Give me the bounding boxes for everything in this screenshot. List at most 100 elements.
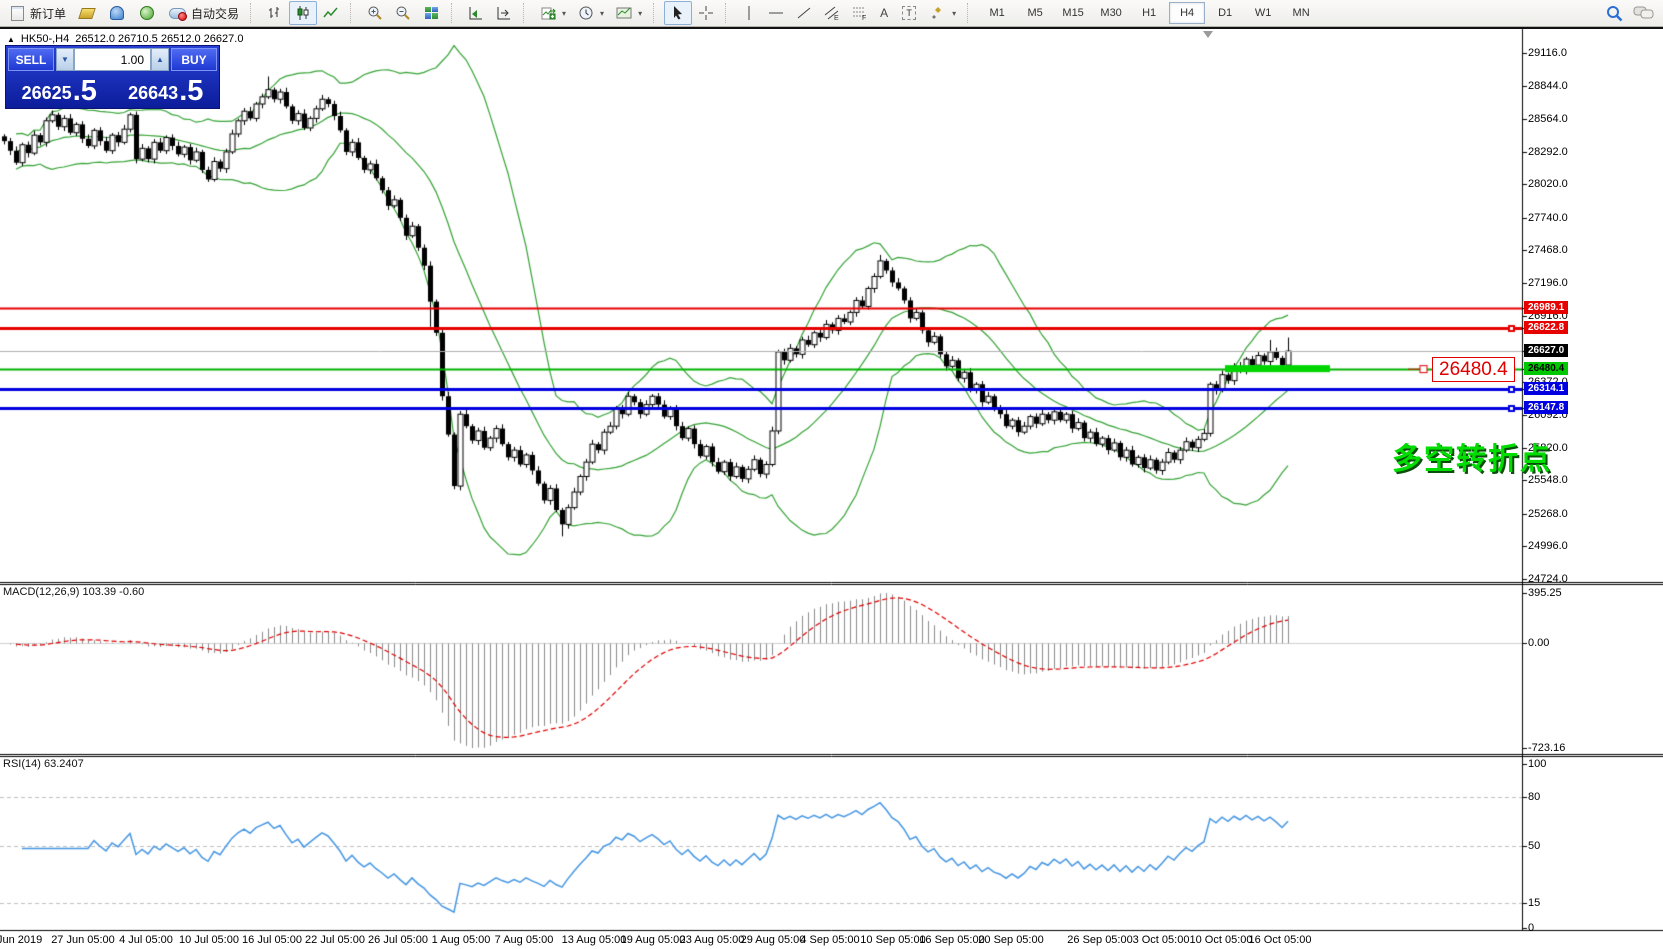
indicators-button[interactable]: ▾ (534, 1, 572, 25)
line-chart-icon (323, 5, 339, 21)
zoom-out-icon (395, 5, 411, 21)
templates-button[interactable]: ▾ (610, 1, 648, 25)
time-axis-label: 1 Aug 05:00 (432, 934, 491, 946)
buy-button[interactable]: BUY (171, 48, 217, 71)
time-axis-label: 7 Aug 05:00 (495, 934, 554, 946)
trendline-tool[interactable] (790, 1, 818, 25)
price-axis-tick: 28564.0 (1528, 113, 1568, 125)
equidistant-channel-icon: E (824, 5, 840, 21)
price-level-label: 26989.1 (1524, 301, 1568, 314)
shapes-icon (930, 5, 946, 21)
buy-price[interactable]: 26643 .5 (113, 73, 220, 106)
price-axis-tick: 25268.0 (1528, 508, 1568, 520)
timeframe-button-MN[interactable]: MN (1283, 2, 1319, 24)
market-watch-button[interactable] (72, 1, 102, 25)
timeframe-group: M1M5M15M30H1H4D1W1MN (975, 0, 1323, 26)
volume-input[interactable] (75, 52, 150, 68)
chart-shift-marker-icon[interactable] (1203, 31, 1213, 38)
price-axis-tick: 27740.0 (1528, 212, 1568, 224)
search-icon[interactable] (1606, 5, 1623, 22)
signals-button[interactable] (132, 1, 162, 25)
vertical-line-icon (742, 5, 756, 21)
volume-decrease-button[interactable]: ▼ (56, 48, 74, 71)
time-axis-label: 16 Jul 05:00 (242, 934, 302, 946)
turning-point-annotation[interactable]: 多空转折点 (1392, 434, 1552, 478)
cursor-button[interactable] (664, 1, 692, 25)
toolbar-separator (350, 3, 356, 23)
macd-indicator-label: MACD(12,26,9) 103.39 -0.60 (3, 586, 144, 598)
price-level-label: 26480.4 (1524, 362, 1568, 375)
price-axis-tick: 29116.0 (1528, 47, 1567, 59)
time-axis-label: 4 Sep 05:00 (800, 934, 859, 946)
text-label-tool[interactable]: T (894, 1, 924, 25)
toolbar-separator (653, 3, 659, 23)
vertical-line-tool[interactable] (736, 1, 762, 25)
rsi-indicator-label: RSI(14) 63.2407 (3, 758, 84, 770)
community-button[interactable] (102, 1, 132, 25)
price-level-label: 26627.0 (1524, 344, 1568, 357)
price-axis-tick: 24724.0 (1528, 573, 1568, 585)
candlestick-chart-button[interactable] (289, 1, 317, 25)
candlestick-chart-icon (295, 5, 311, 21)
price-axis-tick: 27468.0 (1528, 244, 1568, 256)
text-tool[interactable]: A (874, 1, 894, 25)
buy-price-fraction: .5 (179, 78, 203, 104)
indicators-caret-icon: ▾ (562, 9, 566, 18)
sell-price[interactable]: 26625 .5 (6, 73, 113, 106)
autotrading-label: 自动交易 (191, 5, 239, 22)
crosshair-button[interactable] (692, 1, 720, 25)
templates-icon (616, 5, 632, 21)
zoom-in-icon (367, 5, 383, 21)
timeframe-button-M1[interactable]: M1 (979, 2, 1015, 24)
time-axis-label: 21 Jun 2019 (0, 934, 42, 946)
sell-button[interactable]: SELL (8, 48, 54, 71)
text-tool-icon: A (880, 6, 888, 20)
macd-axis-min: -723.16 (1528, 742, 1565, 754)
autotrading-icon (169, 8, 186, 19)
periods-button[interactable]: ▾ (572, 1, 610, 25)
channel-tool[interactable]: E (818, 1, 846, 25)
timeframe-button-M30[interactable]: M30 (1093, 2, 1129, 24)
price-level-annotation[interactable]: 26480.4 (1432, 357, 1515, 382)
volume-increase-button[interactable]: ▲ (151, 48, 169, 71)
rsi-axis-tick: 0 (1528, 922, 1534, 934)
timeframe-button-M15[interactable]: M15 (1055, 2, 1091, 24)
new-order-label: 新订单 (30, 5, 66, 22)
bar-chart-button[interactable] (261, 1, 289, 25)
zoom-in-button[interactable] (361, 1, 389, 25)
timeframe-button-H4[interactable]: H4 (1169, 2, 1205, 24)
timeframe-button-W1[interactable]: W1 (1245, 2, 1281, 24)
time-axis-label: 10 Sep 05:00 (860, 934, 925, 946)
fibonacci-tool[interactable]: F (846, 1, 874, 25)
price-level-label: 26822.8 (1524, 321, 1568, 334)
chart-symbol-period: HK50-,H4 (21, 33, 69, 45)
time-axis-label: 10 Jul 05:00 (179, 934, 239, 946)
time-axis-label: 27 Jun 05:00 (51, 934, 115, 946)
timeframe-button-D1[interactable]: D1 (1207, 2, 1243, 24)
rsi-axis-tick: 100 (1528, 758, 1546, 770)
collapse-icon: ▲ (7, 35, 15, 44)
fibonacci-icon: F (852, 5, 868, 21)
macd-axis-zero: 0.00 (1528, 637, 1549, 649)
timeframe-button-H1[interactable]: H1 (1131, 2, 1167, 24)
line-chart-button[interactable] (317, 1, 345, 25)
price-level-label: 26147.8 (1524, 401, 1568, 414)
shapes-tool[interactable]: ▾ (924, 1, 962, 25)
tile-windows-icon (425, 7, 438, 19)
volume-box (74, 48, 151, 71)
chart-shift-button[interactable] (490, 1, 518, 25)
market-watch-icon (78, 8, 96, 19)
tile-windows-button[interactable] (417, 1, 446, 25)
toolbar-separator (451, 3, 457, 23)
autotrading-button[interactable]: 自动交易 (162, 1, 245, 25)
time-axis-label: 3 Oct 05:00 (1133, 934, 1190, 946)
price-axis-tick: 27196.0 (1528, 277, 1568, 289)
horizontal-line-tool[interactable] (762, 1, 790, 25)
bar-chart-icon (267, 5, 283, 21)
chat-icon[interactable] (1633, 5, 1655, 21)
time-axis-label: 23 Aug 05:00 (680, 934, 745, 946)
auto-scroll-button[interactable] (462, 1, 490, 25)
zoom-out-button[interactable] (389, 1, 417, 25)
new-order-button[interactable]: 新订单 (3, 1, 72, 25)
timeframe-button-M5[interactable]: M5 (1017, 2, 1053, 24)
